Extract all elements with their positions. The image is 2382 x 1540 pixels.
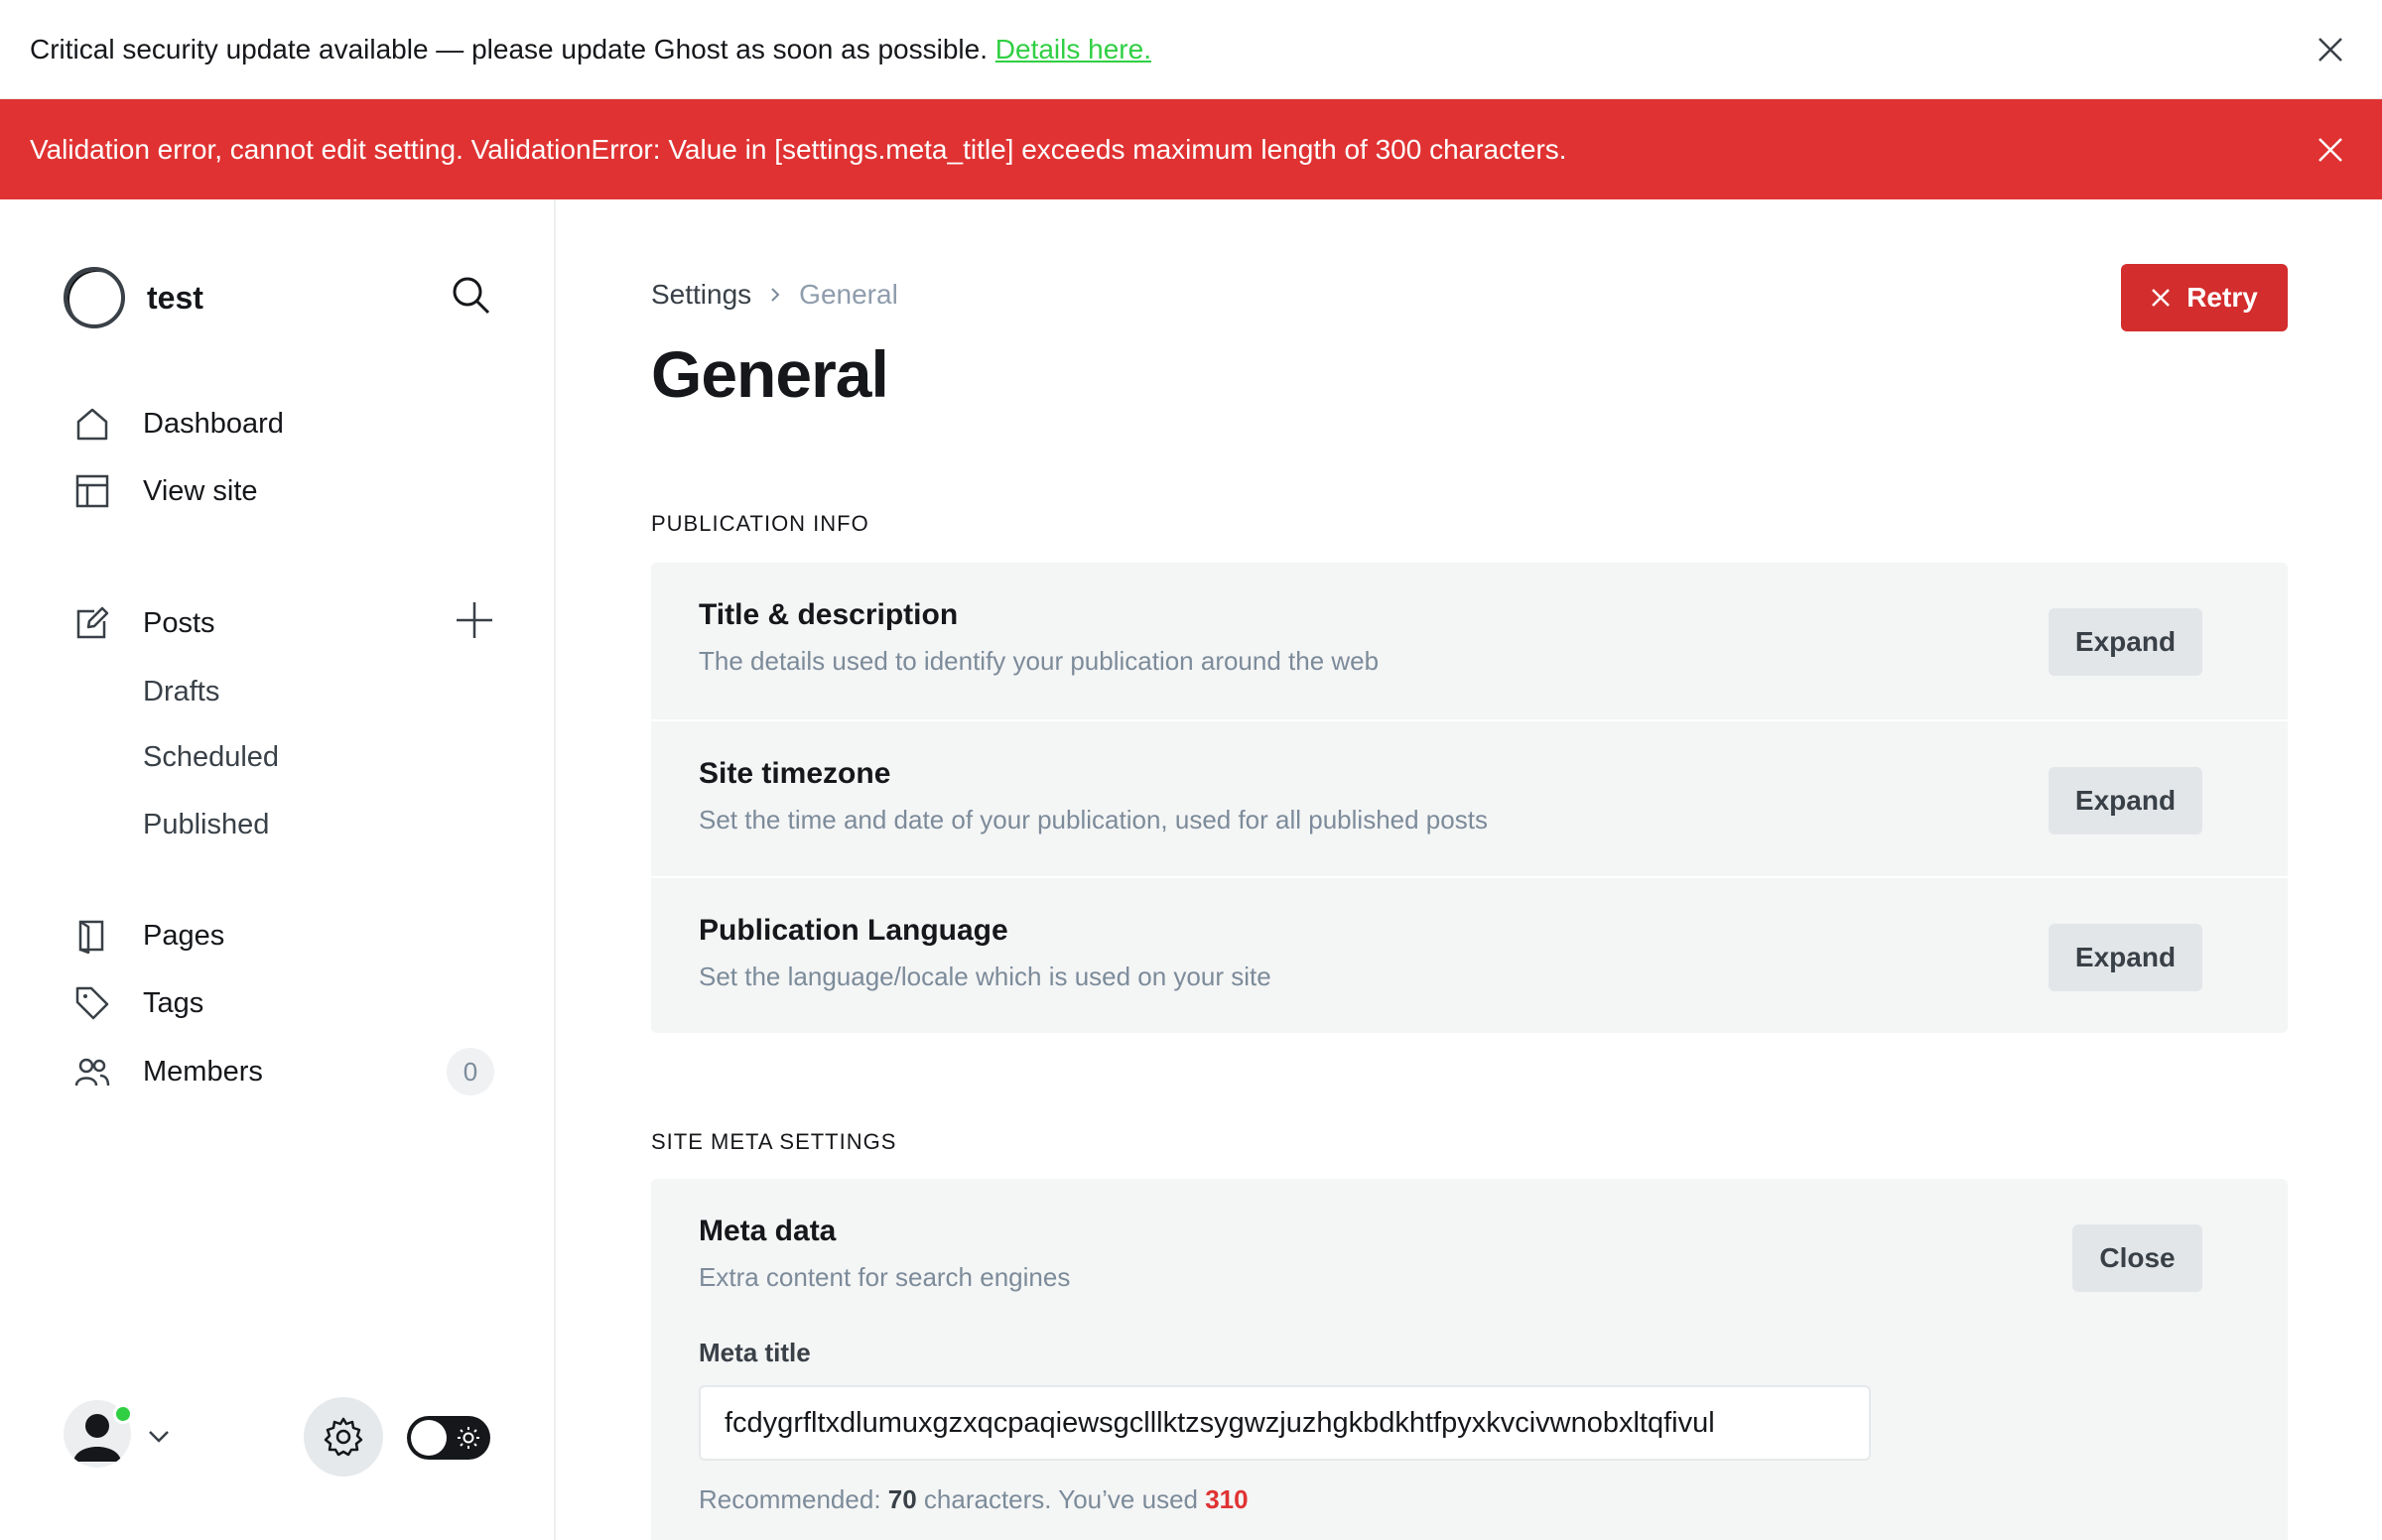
sidebar-item-drafts-label[interactable]: Drafts [143,664,219,719]
sidebar-item-pages[interactable]: Pages [71,906,498,965]
update-banner-message: Critical security update available — ple… [30,34,1151,65]
chevron-down-icon [149,1431,169,1443]
settings-main: Settings General General Retry PUBLICATI… [558,199,2382,1540]
plus-icon [457,602,492,638]
setting-description: Extra content for search engines [699,1262,1071,1292]
sidebar-item-tags[interactable]: Tags [71,973,498,1033]
online-status-dot [113,1404,133,1424]
retry-button[interactable]: Retry [2121,264,2288,331]
breadcrumb-settings-link[interactable]: Settings [651,279,751,311]
search-button[interactable] [449,273,492,317]
sun-icon [458,1427,479,1449]
sidebar-item-label: Dashboard [143,407,284,440]
error-banner: Validation error, cannot edit setting. V… [0,99,2382,199]
gear-icon [324,1417,363,1457]
close-error-banner-button[interactable] [2313,132,2348,168]
sidebar-item-dashboard[interactable]: Dashboard [71,394,498,453]
settings-button[interactable] [304,1397,383,1476]
close-icon [2318,137,2342,162]
hint-recommended-count: 70 [887,1484,917,1514]
retry-button-label: Retry [2186,282,2258,313]
setting-title: Publication Language [699,914,1008,947]
meta-data-card: Meta data Extra content for search engin… [651,1179,2288,1540]
publication-info-heading: PUBLICATION INFO [651,511,869,536]
site-meta-heading: SITE META SETTINGS [651,1129,897,1154]
sidebar-item-members[interactable]: Members [71,1042,498,1101]
sidebar-item-label: Scheduled [143,740,280,773]
setting-title: Title & description [699,598,959,631]
meta-title-hint: Recommended: 70 characters. You’ve used … [699,1484,1249,1515]
sidebar-item-posts[interactable]: Posts [71,593,498,653]
site-brand[interactable]: test [64,267,203,328]
sidebar: test Dashboard View site Posts Drafts Sc… [0,199,556,1540]
close-icon [2152,289,2171,307]
close-update-banner-button[interactable] [2313,32,2348,67]
meta-title-label: Meta title [699,1338,811,1367]
new-post-button[interactable] [453,598,496,642]
close-meta-data-button[interactable]: Close [2072,1224,2202,1292]
expand-title-description-button[interactable]: Expand [2049,608,2202,676]
setting-row-title-description: Title & description The details used to … [651,563,2288,719]
tag-icon [71,982,113,1024]
hint-prefix: Recommended: [699,1484,888,1514]
search-icon [453,277,490,315]
expand-publication-language-button[interactable]: Expand [2049,924,2202,991]
sidebar-item-label: Published [143,808,270,840]
breadcrumb-current: General [799,279,898,310]
sidebar-item-label: View site [143,474,258,507]
update-banner: Critical security update available — ple… [0,0,2382,99]
hint-used-count: 310 [1205,1484,1249,1514]
close-icon [2318,37,2342,62]
page-title: General [651,337,889,411]
sidebar-item-label: Tags [143,986,204,1019]
setting-row-site-timezone: Site timezone Set the time and date of y… [651,719,2288,876]
site-logo [64,267,125,328]
hint-middle: characters. You’ve used [916,1484,1206,1514]
home-icon [71,403,113,445]
sidebar-item-published[interactable]: Published [143,797,269,852]
chevron-right-icon [771,288,780,302]
setting-title: Meta data [699,1215,837,1247]
setting-description: Set the language/locale which is used on… [699,962,1271,991]
toggle-knob [411,1420,447,1456]
breadcrumb: Settings General [651,279,898,311]
publication-info-card: Title & description The details used to … [651,563,2288,1033]
update-banner-text: Critical security update available — ple… [30,33,988,64]
meta-title-input[interactable] [699,1385,1871,1461]
setting-row-publication-language: Publication Language Set the language/lo… [651,876,2288,1033]
sidebar-item-label: Members [143,1055,263,1088]
page-icon [71,915,113,957]
setting-description: Set the time and date of your publicatio… [699,805,1488,834]
members-icon [71,1051,113,1092]
user-menu-toggle[interactable] [145,1422,173,1450]
dark-mode-toggle[interactable] [407,1416,490,1460]
sidebar-item-label: Posts [143,606,215,639]
sidebar-item-scheduled[interactable]: Scheduled [143,729,279,785]
layout-icon [71,470,113,512]
site-name: test [147,279,203,316]
sidebar-item-view-site[interactable]: View site [71,461,498,521]
sidebar-item-label: Pages [143,919,225,952]
sidebar-item-label: Drafts [143,675,220,707]
setting-description: The details used to identify your public… [699,646,1380,676]
edit-icon [71,602,113,644]
members-count-badge: 0 [447,1048,494,1095]
error-banner-message: Validation error, cannot edit setting. V… [30,133,1567,165]
expand-site-timezone-button[interactable]: Expand [2049,767,2202,834]
details-link[interactable]: Details here. [995,34,1151,64]
setting-title: Site timezone [699,757,891,790]
